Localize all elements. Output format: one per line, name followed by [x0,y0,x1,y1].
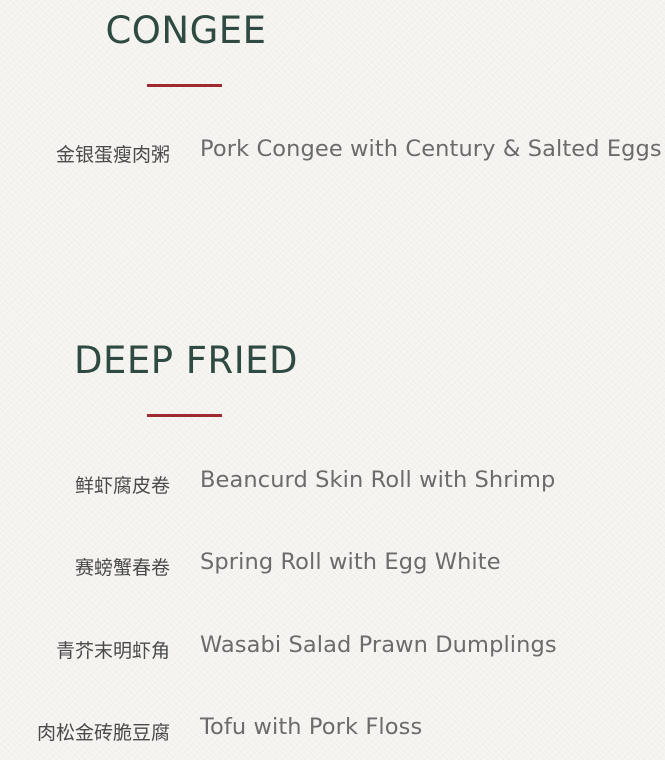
menu-item-english-name: Tofu with Pork Floss [200,714,423,740]
menu-item-english-name: Pork Congee with Century & Salted Eggs [200,136,662,162]
menu-item-chinese-name: 赛螃蟹春卷 [74,557,170,579]
menu-item-english-name: Wasabi Salad Prawn Dumplings [200,632,557,658]
menu-item: 赛螃蟹春卷 Spring Roll with Egg White [0,549,665,579]
section-divider [147,414,222,417]
menu-item-chinese-name: 鲜虾腐皮卷 [74,475,170,497]
menu-item: 鲜虾腐皮卷 Beancurd Skin Roll with Shrimp [0,467,665,497]
menu-item-english-name: Beancurd Skin Roll with Shrimp [200,467,556,493]
menu-item-chinese-name: 金银蛋瘦肉粥 [55,144,170,166]
section-title-congee: CONGEE [105,9,267,52]
menu-item-chinese-name: 青芥末明虾角 [55,640,170,662]
section-title-deep-fried: DEEP FRIED [73,339,299,382]
menu-item: 青芥末明虾角 Wasabi Salad Prawn Dumplings [0,632,665,662]
menu-item-english-name: Spring Roll with Egg White [200,549,501,575]
menu-item: 金银蛋瘦肉粥 Pork Congee with Century & Salted… [0,136,665,166]
menu-item: 肉松金砖脆豆腐 Tofu with Pork Floss [0,714,665,744]
section-divider [147,84,222,87]
menu-item-chinese-name: 肉松金砖脆豆腐 [36,722,170,744]
